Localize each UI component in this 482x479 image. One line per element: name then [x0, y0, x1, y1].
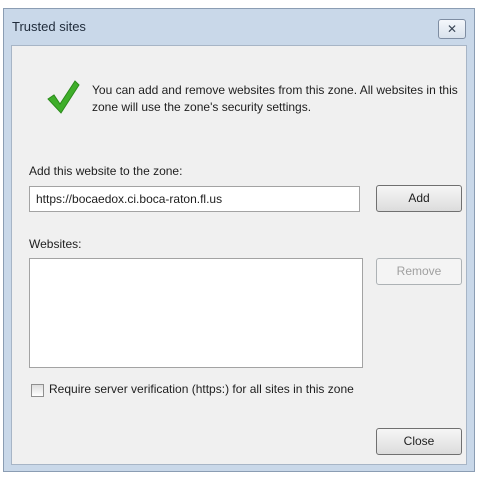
add-website-label: Add this website to the zone: — [29, 164, 183, 178]
dialog-content: You can add and remove websites from thi… — [11, 45, 467, 465]
website-input[interactable]: https://bocaedox.ci.boca-raton.fl.us — [29, 186, 360, 212]
window-title: Trusted sites — [12, 19, 86, 34]
dialog-window: Trusted sites ✕ You can add and remove w… — [3, 8, 475, 472]
zone-info-text: You can add and remove websites from thi… — [92, 83, 458, 114]
https-checkbox[interactable] — [31, 384, 44, 397]
close-window-button[interactable]: ✕ — [438, 19, 466, 39]
websites-list[interactable] — [29, 258, 363, 368]
close-button[interactable]: Close — [376, 428, 462, 455]
close-icon: ✕ — [446, 22, 458, 36]
check-icon — [47, 80, 80, 114]
remove-button[interactable]: Remove — [376, 258, 462, 285]
https-checkbox-label: Require server verification (https:) for… — [49, 382, 354, 396]
title-bar: Trusted sites ✕ — [4, 9, 474, 45]
add-button[interactable]: Add — [376, 185, 462, 212]
websites-label: Websites: — [29, 237, 82, 251]
